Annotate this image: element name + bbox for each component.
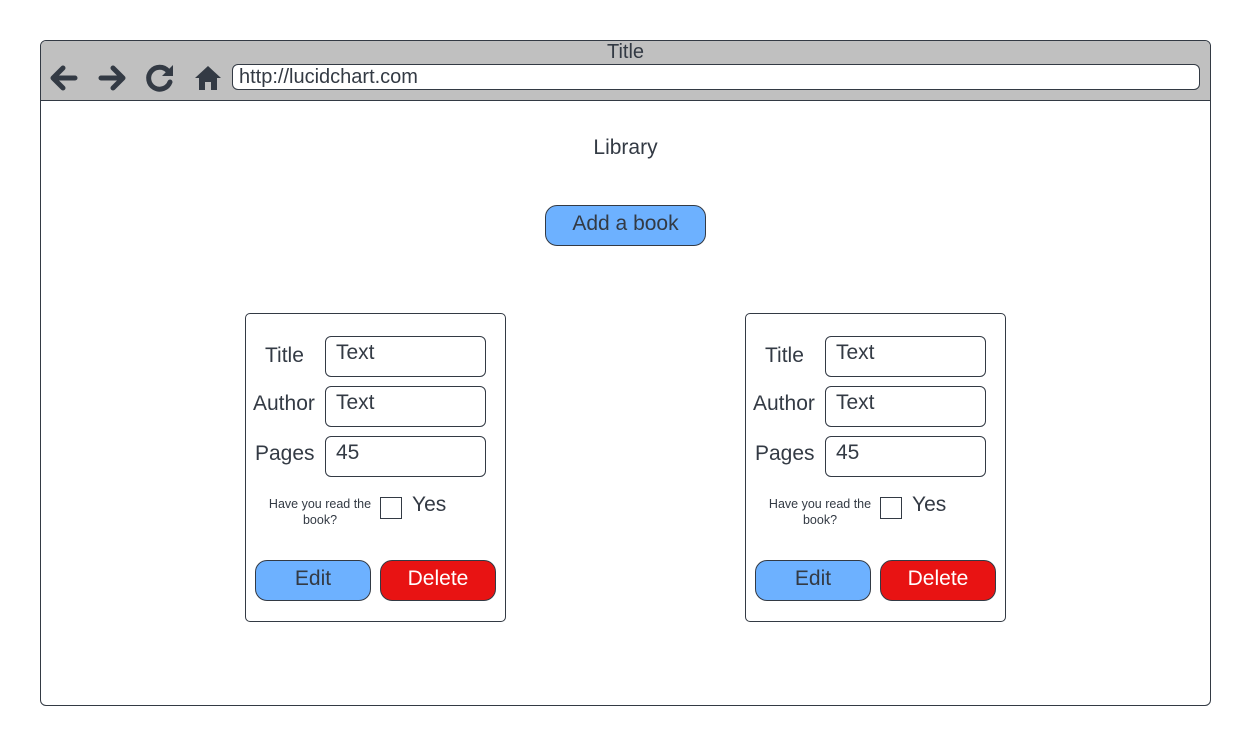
- title-field[interactable]: Text: [825, 336, 986, 377]
- title-label: Title: [265, 344, 304, 367]
- pages-label: Pages: [755, 442, 815, 465]
- browser-toolbar: Title: [41, 41, 1210, 101]
- pages-field[interactable]: 45: [325, 436, 486, 477]
- title-label: Title: [765, 344, 804, 367]
- title-field[interactable]: Text: [325, 336, 486, 377]
- browser-window: Title Library Add a book Title: [40, 40, 1211, 706]
- back-arrow-icon[interactable]: [46, 61, 80, 95]
- add-book-button[interactable]: Add a book: [545, 205, 706, 246]
- read-question-label: Have you read the book?: [768, 497, 872, 527]
- delete-button[interactable]: Delete: [380, 560, 496, 601]
- read-question-label: Have you read the book?: [268, 497, 372, 527]
- url-input[interactable]: [232, 64, 1200, 90]
- edit-button[interactable]: Edit: [755, 560, 871, 601]
- author-field[interactable]: Text: [325, 386, 486, 427]
- page-title: Library: [593, 136, 658, 159]
- pages-field[interactable]: 45: [825, 436, 986, 477]
- book-card: Title Text Author Text Pages 45 Have you…: [745, 313, 1006, 622]
- delete-button[interactable]: Delete: [880, 560, 996, 601]
- pages-label: Pages: [255, 442, 315, 465]
- forward-arrow-icon[interactable]: [96, 61, 130, 95]
- edit-button[interactable]: Edit: [255, 560, 371, 601]
- reload-icon[interactable]: [143, 61, 177, 95]
- read-checkbox[interactable]: [380, 497, 402, 519]
- author-field[interactable]: Text: [825, 386, 986, 427]
- window-title: Title: [606, 41, 645, 63]
- book-card: Title Text Author Text Pages 45 Have you…: [245, 313, 506, 622]
- author-label: Author: [253, 392, 315, 415]
- read-checkbox[interactable]: [880, 497, 902, 519]
- yes-label: Yes: [412, 493, 447, 516]
- author-label: Author: [753, 392, 815, 415]
- yes-label: Yes: [912, 493, 947, 516]
- home-icon[interactable]: [191, 61, 225, 95]
